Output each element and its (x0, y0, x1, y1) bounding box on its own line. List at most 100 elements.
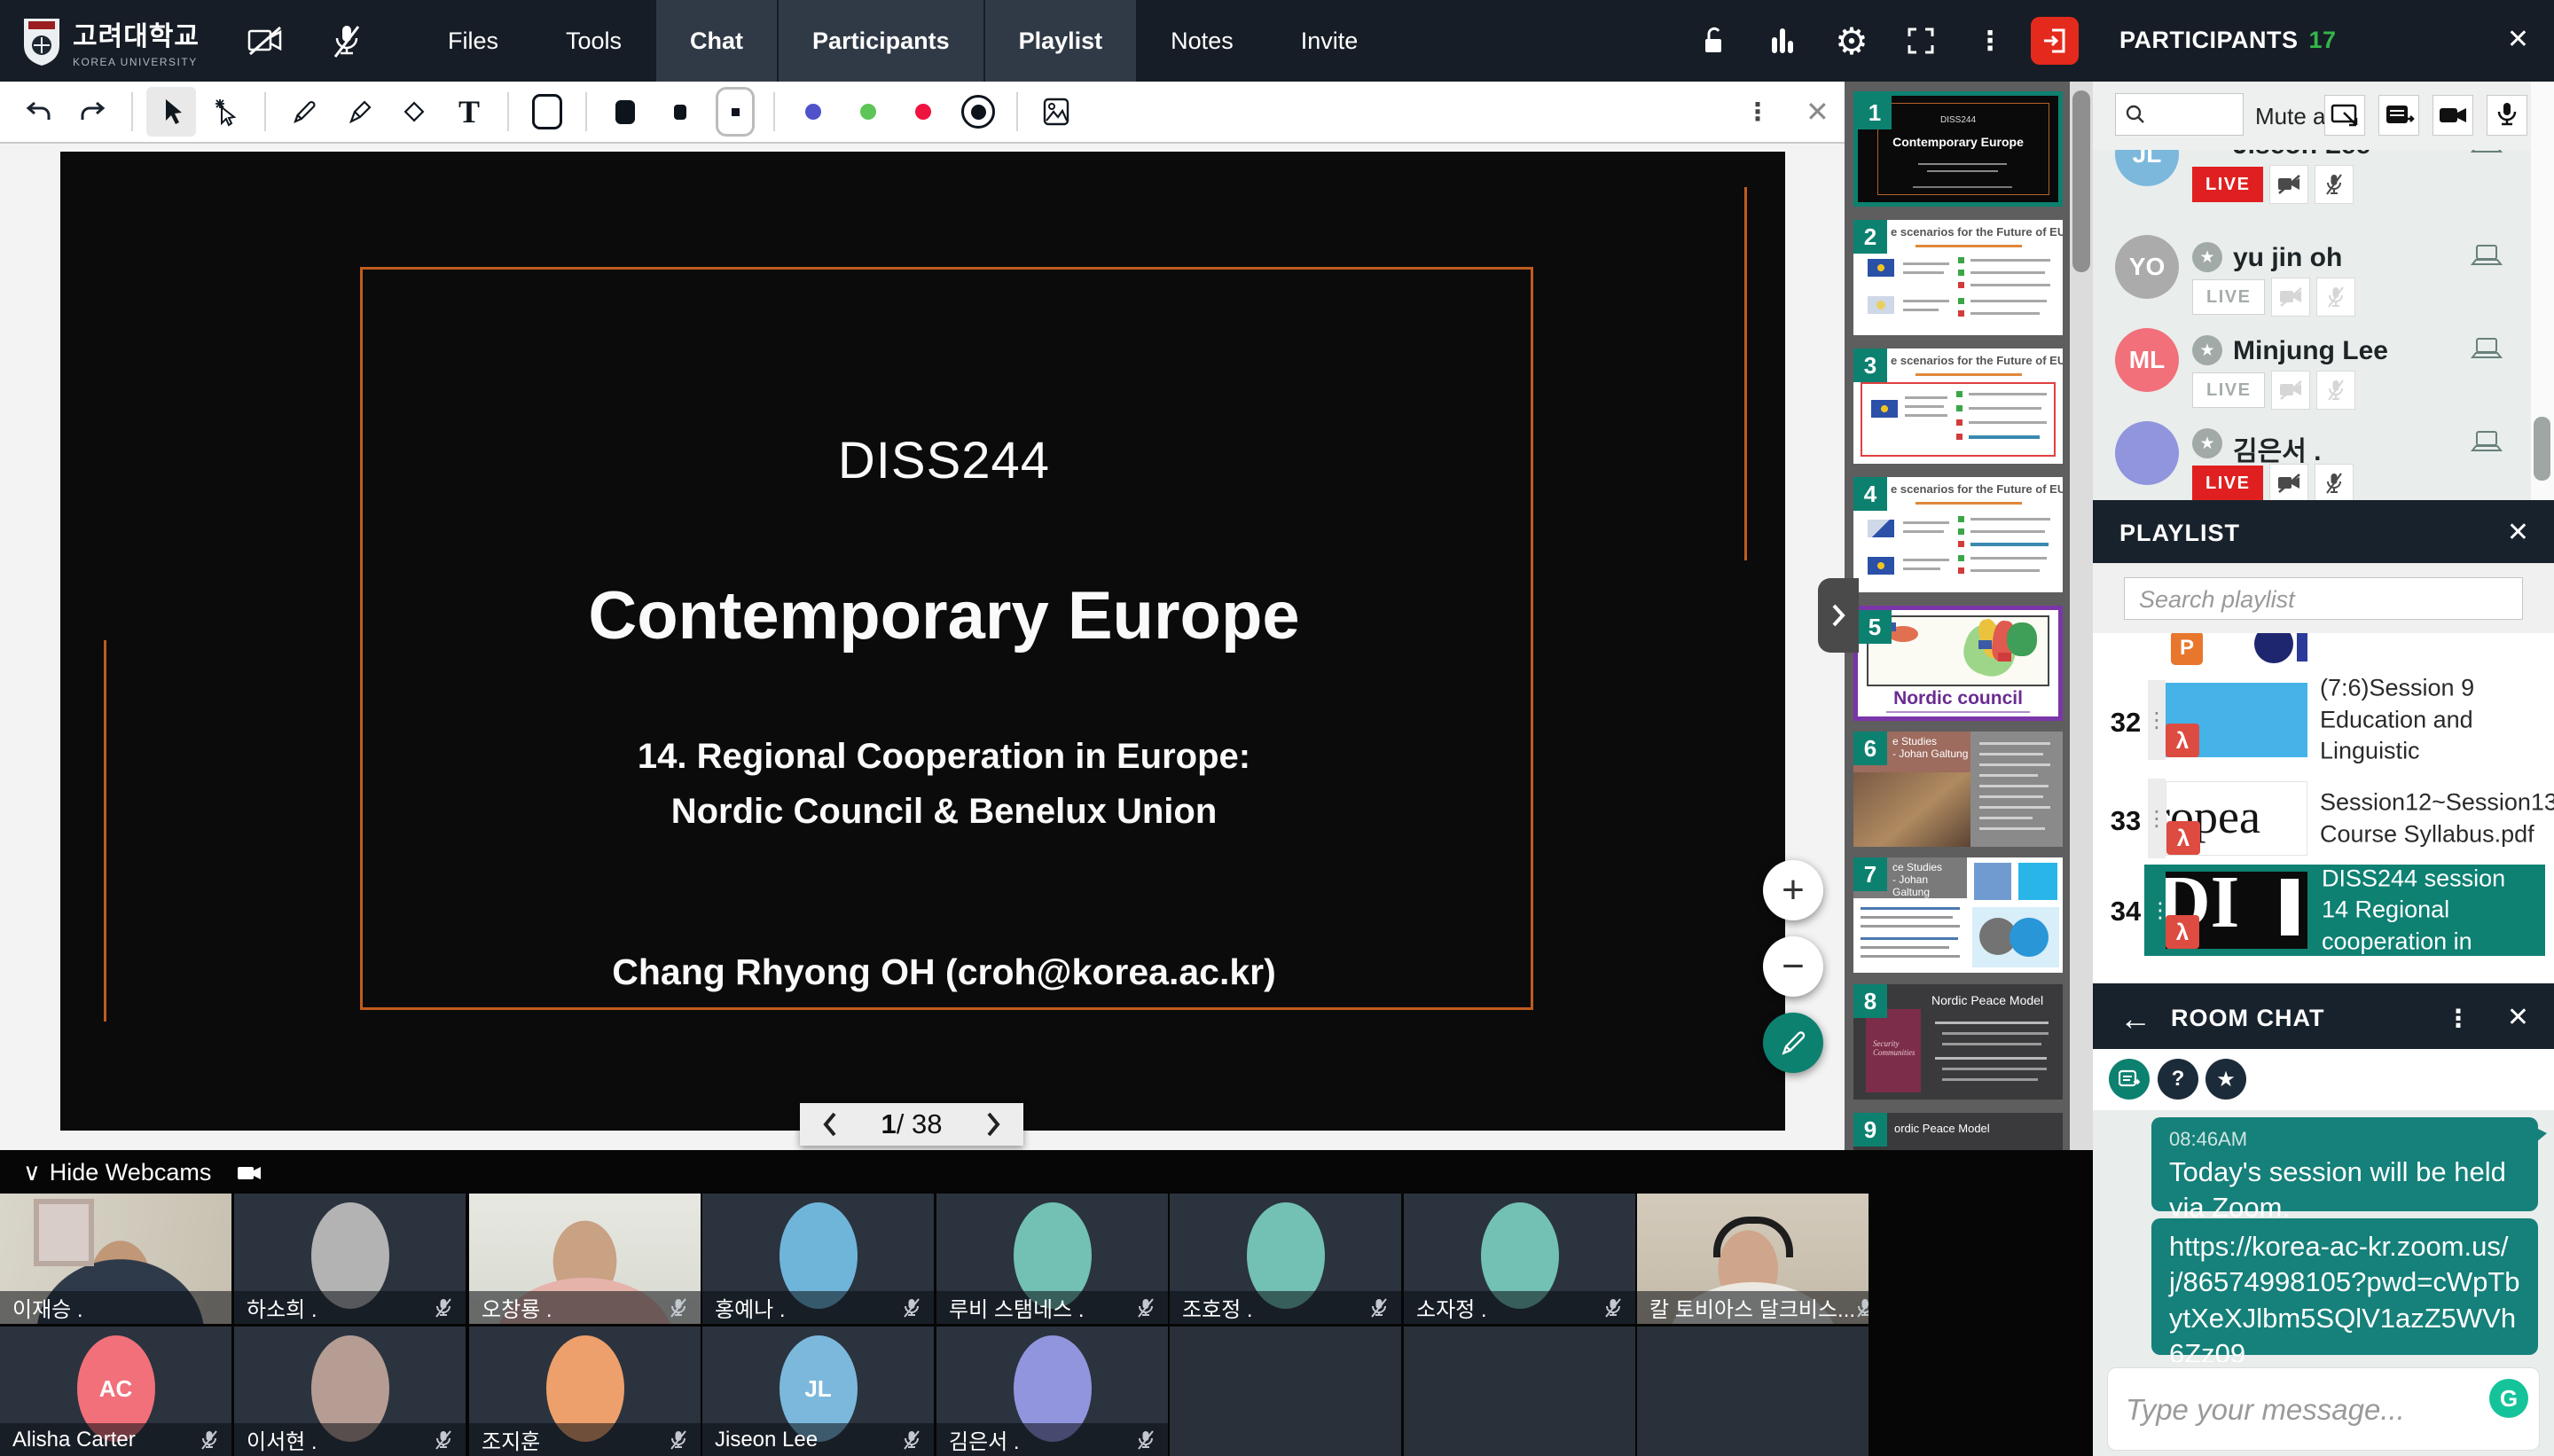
participant-search[interactable] (2115, 93, 2244, 136)
pencil-tool[interactable] (279, 87, 329, 137)
mute-all-notes-button[interactable] (2378, 95, 2419, 136)
camera-off-button[interactable] (2269, 165, 2308, 204)
camera-off-button[interactable] (2271, 278, 2310, 317)
webcam-tile[interactable]: 루비 스탬네스 . (936, 1194, 1168, 1324)
lock-button[interactable] (1685, 0, 1742, 82)
collapse-thumbnails-button[interactable] (1818, 578, 1859, 653)
mic-off-button[interactable] (2315, 464, 2354, 500)
webcam-tile[interactable]: 이서현 . (234, 1327, 466, 1456)
menu-notes[interactable]: Notes (1137, 0, 1267, 82)
room-chat-close-button[interactable]: ✕ (2502, 1001, 2534, 1034)
menu-chat[interactable]: Chat (656, 0, 777, 82)
next-page-button[interactable] (979, 1110, 1007, 1139)
mute-all-cameras-button[interactable] (2433, 95, 2473, 136)
playlist-item[interactable]: 33 ⋮ ropea λ Session12~Session13 Course … (2093, 779, 2554, 858)
zoom-out-button[interactable]: − (1763, 936, 1823, 997)
leave-room-button[interactable] (2031, 17, 2079, 65)
stats-button[interactable] (1754, 0, 1811, 82)
participant-row[interactable]: ★ 김은서 . LIVE (2093, 405, 2531, 498)
participant-row[interactable]: YO ★ yu jin oh LIVE (2093, 219, 2531, 312)
color-red[interactable] (898, 87, 948, 137)
webcam-tile[interactable]: 조지훈 (469, 1327, 701, 1456)
insert-image-tool[interactable] (1031, 87, 1081, 137)
laptop-icon[interactable] (2464, 241, 2510, 272)
hide-webcams-toggle[interactable]: ∨ Hide Webcams (23, 1159, 262, 1186)
slide-thumbnail-3[interactable]: 3 e scenarios for the Future of EU 27 (1853, 348, 2063, 464)
webcam-tile[interactable]: 하소희 . (234, 1194, 466, 1324)
webcam-tile[interactable]: 조호정 . (1170, 1194, 1401, 1324)
multi-select-tool[interactable] (201, 87, 251, 137)
camera-off-button[interactable] (2271, 371, 2310, 410)
webcam-tile[interactable]: AC Alisha Carter (0, 1327, 231, 1456)
slide-thumbnail-1[interactable]: 1 DISS244 Contemporary Europe (1853, 91, 2063, 207)
participants-scrollbar-thumb[interactable] (2534, 417, 2550, 481)
presentation-canvas[interactable]: DISS244 Contemporary Europe 14. Regional… (0, 144, 1845, 1150)
menu-participants[interactable]: Participants (779, 0, 983, 82)
camera-off-button[interactable] (2269, 464, 2308, 500)
drag-handle-icon[interactable]: ⋮ (2148, 779, 2166, 858)
mute-all-screens-button[interactable] (2324, 95, 2365, 136)
redo-button[interactable] (68, 87, 118, 137)
chat-message-input[interactable] (2108, 1368, 2464, 1452)
mic-off-button[interactable] (2316, 278, 2355, 317)
mic-off-button[interactable] (2316, 371, 2355, 410)
toolbar-close-button[interactable]: ✕ (1800, 94, 1835, 129)
webcam-tile[interactable]: 칼 토비아스 달크비스... (1637, 1194, 1868, 1324)
chat-favorites-button[interactable]: ★ (2205, 1059, 2246, 1100)
webcam-tile[interactable]: 김은서 . (936, 1327, 1168, 1456)
playlist-close-button[interactable]: ✕ (2502, 516, 2534, 549)
mute-all-mics-button[interactable] (2487, 95, 2527, 136)
laptop-icon[interactable] (2464, 150, 2510, 160)
participant-row[interactable]: JL Jiseon Lee LIVE (2093, 150, 2531, 200)
menu-invite[interactable]: Invite (1267, 0, 1392, 82)
playlist-item-selected[interactable]: ⋮ DI λ DISS244 session 14 Regional coope… (2144, 865, 2545, 956)
mic-off-button[interactable] (2315, 165, 2354, 204)
shape-tool[interactable] (522, 87, 572, 137)
slide-thumbnail-8[interactable]: 8 Nordic Peace Model Security Communitie… (1853, 984, 2063, 1100)
webcam-tile[interactable]: 이재승 . (0, 1194, 231, 1324)
chat-help-button[interactable]: ? (2158, 1059, 2198, 1100)
webcam-tile[interactable]: JL Jiseon Lee (702, 1327, 934, 1456)
marker-tool[interactable] (334, 87, 384, 137)
participant-row[interactable]: ML ★ Minjung Lee LIVE (2093, 312, 2531, 405)
chat-input-box[interactable]: G (2107, 1367, 2540, 1451)
stroke-width-large[interactable] (600, 87, 650, 137)
slide-thumbnail-7[interactable]: 7 ce Studies - Johan Galtung (1853, 857, 2063, 973)
text-tool[interactable]: T (444, 87, 494, 137)
color-green[interactable] (843, 87, 893, 137)
previous-page-button[interactable] (816, 1110, 844, 1139)
laptop-icon[interactable] (2464, 334, 2510, 365)
select-tool[interactable] (146, 87, 196, 137)
webcam-tile[interactable]: 홍예나 . (702, 1194, 934, 1324)
playlist-search-input[interactable] (2125, 578, 2522, 621)
menu-files[interactable]: Files (414, 0, 532, 82)
slide-thumbnail-9[interactable]: 9 ordic Peace Model (1853, 1113, 2063, 1150)
menu-tools[interactable]: Tools (532, 0, 655, 82)
playlist-item-partial[interactable]: P (2166, 633, 2307, 667)
chat-menu-button[interactable]: ⋮ (2440, 1003, 2476, 1034)
annotate-pencil-button[interactable] (1763, 1013, 1823, 1073)
slide-thumbnail-6[interactable]: 6 e Studies - Johan Galtung (1853, 732, 2063, 847)
slide-thumbnail-2[interactable]: 2 e scenarios for the Future of EU 27 (1853, 220, 2063, 335)
grammarly-icon[interactable]: G (2489, 1379, 2528, 1418)
webcam-tile[interactable]: 소자정 . (1404, 1194, 1635, 1324)
toolbar-overflow-menu[interactable]: ⋮ (1740, 97, 1775, 128)
playlist-item[interactable]: 32 ⋮ λ (7:6)Session 9 Education and Ling… (2093, 680, 2554, 760)
menu-playlist[interactable]: Playlist (985, 0, 1137, 82)
slide-thumbnail-5[interactable]: 5 Nordic council (1853, 606, 2063, 721)
more-options-button[interactable]: ⋮ (1962, 0, 2018, 82)
webcam-tile[interactable]: 오창룡 . (469, 1194, 701, 1324)
settings-button[interactable]: ⚙ (1823, 0, 1880, 82)
stroke-width-small-selected[interactable] (710, 87, 760, 137)
slide-thumbnail-4[interactable]: 4 e scenarios for the Future of EU 27 (1853, 477, 2063, 592)
eraser-tool[interactable] (389, 87, 439, 137)
chat-notes-button[interactable] (2109, 1059, 2150, 1100)
participants-close-button[interactable]: ✕ (2502, 23, 2534, 56)
undo-button[interactable] (13, 87, 63, 137)
camera-off-toggle[interactable] (224, 0, 306, 82)
color-blue[interactable] (788, 87, 838, 137)
participant-search-input[interactable] (2150, 101, 2242, 128)
drag-handle-icon[interactable]: ⋮ (2148, 680, 2166, 760)
thumbnail-scrollbar-thumb[interactable] (2072, 90, 2090, 272)
back-button[interactable]: ← (2114, 999, 2157, 1038)
